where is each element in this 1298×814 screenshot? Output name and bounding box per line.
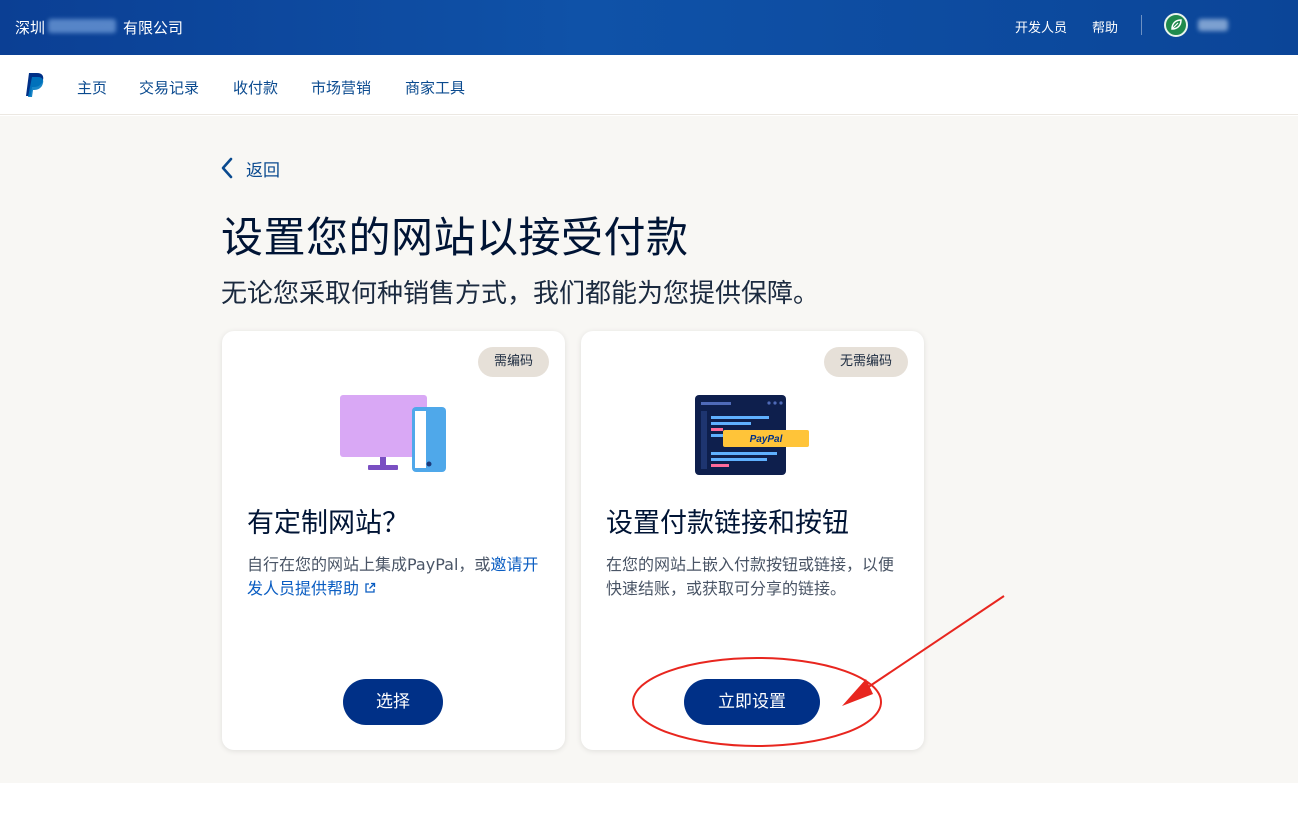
badge-requires-code: 需编码 [477,347,549,377]
page-title: 设置您的网站以接受付款 [221,213,689,262]
nav-home[interactable]: 主页 [77,77,107,98]
code-window-icon: PayPal [695,395,809,475]
nav-merchant-tools[interactable]: 商家工具 [405,77,465,98]
main-nav: 主页 交易记录 收付款 市场营销 商家工具 [0,55,1298,115]
top-bar: 深圳 有限公司 开发人员 帮助 [0,0,1298,55]
redacted-text [48,19,116,33]
leaf-icon [1171,19,1182,30]
nav-payments[interactable]: 收付款 [233,77,278,98]
developer-link[interactable]: 开发人员 [1015,17,1067,36]
external-link-icon [365,582,376,593]
back-link[interactable]: 返回 [220,155,280,181]
select-button[interactable]: 选择 [343,679,443,725]
nav-marketing[interactable]: 市场营销 [311,77,371,98]
back-label: 返回 [246,160,280,181]
avatar[interactable] [1164,13,1188,37]
setup-now-button[interactable]: 立即设置 [684,679,820,725]
page-subtitle: 无论您采取何种销售方式，我们都能为您提供保障。 [221,279,820,309]
nav-transactions[interactable]: 交易记录 [139,77,199,98]
desktop-mobile-icon [340,395,446,472]
divider [1141,15,1142,35]
card-payment-links: 无需编码 PayPal 设置付款链接和按钮 在您的网站上嵌入付款按钮或链接，以便… [581,331,924,750]
paypal-logo-icon[interactable] [24,72,46,98]
card-custom-website: 需编码 有定制网站？ 自行在您的网站上集成PayPal，或邀请开发人员提供帮助 … [222,331,565,750]
chevron-left-icon [221,157,233,179]
card-title: 设置付款链接和按钮 [606,508,849,539]
svg-text:PayPal: PayPal [750,434,783,445]
help-link[interactable]: 帮助 [1092,17,1118,36]
card-description: 自行在您的网站上集成PayPal，或邀请开发人员提供帮助 [247,555,539,598]
redacted-user-name [1198,19,1228,31]
card-description: 在您的网站上嵌入付款按钮或链接，以便快速结账，或获取可分享的链接。 [606,555,895,598]
card-title: 有定制网站？ [247,508,409,539]
badge-no-code: 无需编码 [823,347,908,377]
